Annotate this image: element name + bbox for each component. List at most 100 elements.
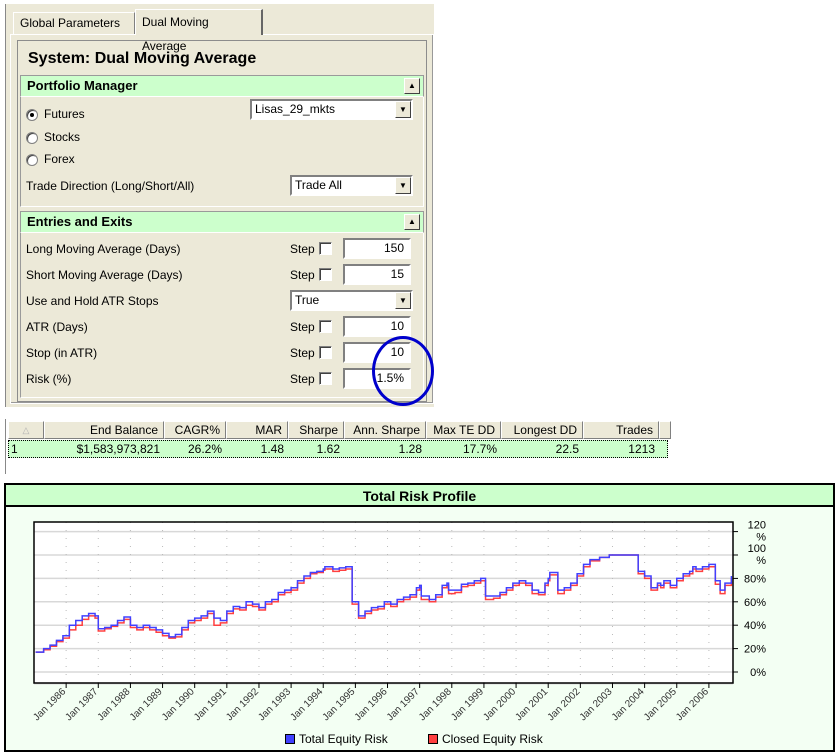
col-ann-sharpe[interactable]: Ann. Sharpe: [344, 421, 426, 439]
step-label: Step: [290, 242, 315, 256]
x-tick-label: Jan 2003: [578, 686, 615, 723]
short-ma-input[interactable]: 15: [343, 264, 411, 285]
x-tick-label: Jan 2000: [481, 686, 518, 723]
x-tick-label: Jan 1991: [192, 686, 229, 723]
label-short-ma: Short Moving Average (Days): [26, 268, 183, 282]
portfolio-select-value: Lisas_29_mkts: [255, 102, 336, 116]
cell-cagr: 26.2%: [187, 442, 222, 456]
col-end-balance[interactable]: End Balance: [44, 421, 164, 439]
tab-dual-moving-average[interactable]: Dual Moving Average: [135, 9, 263, 53]
long-ma-input[interactable]: 150: [343, 238, 411, 259]
trade-direction-select[interactable]: Trade All ▼: [290, 175, 413, 196]
table-row[interactable]: 1 $1,583,973,821 26.2% 1.48 1.62 1.28 17…: [8, 440, 668, 458]
legend-item-total-equity: Total Equity Risk: [285, 732, 388, 746]
portfolio-manager-header[interactable]: Portfolio Manager ▲: [20, 75, 424, 97]
entries-exits-header[interactable]: Entries and Exits ▲: [20, 211, 424, 233]
label-atr-days: ATR (Days): [26, 320, 88, 334]
y-tick-label: 40%: [744, 620, 766, 632]
x-tick-label: Jan 1992: [224, 686, 261, 723]
entries-exits-title: Entries and Exits: [27, 214, 133, 229]
step-label: Step: [290, 372, 315, 386]
x-tick-label: Jan 2005: [642, 686, 679, 723]
collapse-portfolio-manager-button[interactable]: ▲: [404, 78, 420, 94]
y-tick-label: 120: [748, 520, 766, 532]
x-tick-label: Jan 1986: [31, 686, 68, 723]
x-tick-label: Jan 1987: [64, 686, 101, 723]
cell-max-te-dd: 17.7%: [462, 442, 497, 456]
legend-item-closed-equity: Closed Equity Risk: [428, 732, 543, 746]
x-tick-label: Jan 1996: [353, 686, 390, 723]
cell-sharpe: 1.62: [316, 442, 340, 456]
portfolio-select[interactable]: Lisas_29_mkts ▼: [250, 99, 413, 120]
stop-atr-input[interactable]: 10: [343, 342, 411, 363]
risk-profile-chart: Total Risk Profile 0% 20% 40% 60% 80% 100% 120…: [4, 483, 835, 752]
x-tick-label: Jan 1989: [128, 686, 165, 723]
col-trades[interactable]: Trades: [583, 421, 659, 439]
entries-exits-body: Long Moving Average (Days) Step 150 Shor…: [20, 233, 424, 398]
col-max-te-dd[interactable]: Max TE DD: [426, 421, 501, 439]
atr-days-input[interactable]: 10: [343, 316, 411, 337]
cell-mar: 1.48: [260, 442, 284, 456]
y-tick-label-unit: %: [756, 532, 766, 544]
y-tick-label: 20%: [744, 644, 766, 656]
x-tick-label: Jan 2006: [674, 686, 711, 723]
results-table: △ End Balance CAGR% MAR Sharpe Ann. Shar…: [5, 419, 671, 474]
cell-trades: 1213: [628, 442, 655, 456]
col-longest-dd[interactable]: Longest DD: [501, 421, 583, 439]
y-tick-label-unit: %: [756, 555, 766, 567]
x-tick-label: Jan 1997: [385, 686, 422, 723]
sort-indicator-icon[interactable]: △: [8, 421, 44, 439]
label-atr-stops: Use and Hold ATR Stops: [26, 294, 159, 308]
portfolio-manager-body: Futures Stocks Forex Lisas_29_mkts ▼ Tra…: [20, 97, 424, 207]
x-tick-label: Jan 1995: [321, 686, 358, 723]
legend-label-total-equity: Total Equity Risk: [299, 732, 388, 746]
system-box: System: Dual Moving Average Portfolio Ma…: [17, 40, 427, 402]
risk-input[interactable]: 1.5%: [343, 368, 411, 389]
dropdown-arrow-icon[interactable]: ▼: [395, 177, 411, 194]
col-sharpe[interactable]: Sharpe: [288, 421, 344, 439]
step-checkbox-short-ma[interactable]: [319, 268, 332, 281]
step-label: Step: [290, 268, 315, 282]
radio-stocks[interactable]: [26, 132, 38, 144]
label-long-ma: Long Moving Average (Days): [26, 242, 181, 256]
collapse-entries-exits-button[interactable]: ▲: [404, 214, 420, 230]
label-risk: Risk (%): [26, 372, 72, 386]
step-checkbox-long-ma[interactable]: [319, 242, 332, 255]
radio-futures[interactable]: [26, 109, 38, 121]
x-tick-label: Jan 2004: [610, 686, 647, 723]
x-tick-label: Jan 1994: [288, 686, 325, 723]
cell-end-balance: $1,583,973,821: [76, 442, 160, 456]
y-tick-label: 80%: [744, 573, 766, 585]
x-tick-label: Jan 1988: [96, 686, 133, 723]
x-tick-label: Jan 1990: [160, 686, 197, 723]
chart-plot: 0%20%40%60%80%100%120%Jan 1986Jan 1987Ja…: [31, 520, 766, 724]
tab-content: System: Dual Moving Average Portfolio Ma…: [10, 34, 434, 404]
dropdown-arrow-icon[interactable]: ▼: [395, 101, 411, 118]
dropdown-arrow-icon[interactable]: ▼: [395, 292, 411, 309]
x-tick-label: Jan 1999: [449, 686, 486, 723]
step-checkbox-atr-days[interactable]: [319, 320, 332, 333]
label-futures: Futures: [44, 107, 85, 121]
cell-longest-dd: 22.5: [555, 442, 579, 456]
label-stocks: Stocks: [44, 130, 81, 144]
triangle-up-icon: ▲: [408, 217, 416, 226]
radio-forex[interactable]: [26, 154, 38, 166]
legend-label-closed-equity: Closed Equity Risk: [442, 732, 543, 746]
tab-global-parameters[interactable]: Global Parameters: [13, 12, 135, 34]
step-checkbox-stop-atr[interactable]: [319, 346, 332, 359]
x-tick-label: Jan 1993: [256, 686, 293, 723]
col-filler: [659, 421, 671, 439]
portfolio-manager-title: Portfolio Manager: [27, 78, 138, 93]
step-checkbox-risk[interactable]: [319, 372, 332, 385]
y-tick-label: 60%: [744, 597, 766, 609]
x-tick-label: Jan 1998: [417, 686, 454, 723]
label-forex: Forex: [44, 152, 75, 166]
atr-stops-select[interactable]: True ▼: [290, 290, 413, 311]
cell-ann-sharpe: 1.28: [398, 442, 422, 456]
col-cagr[interactable]: CAGR%: [164, 421, 226, 439]
step-label: Step: [290, 320, 315, 334]
col-mar[interactable]: MAR: [226, 421, 288, 439]
atr-stops-value: True: [295, 293, 320, 307]
label-trade-direction: Trade Direction (Long/Short/All): [26, 179, 195, 193]
legend-swatch-blue: [285, 734, 295, 744]
